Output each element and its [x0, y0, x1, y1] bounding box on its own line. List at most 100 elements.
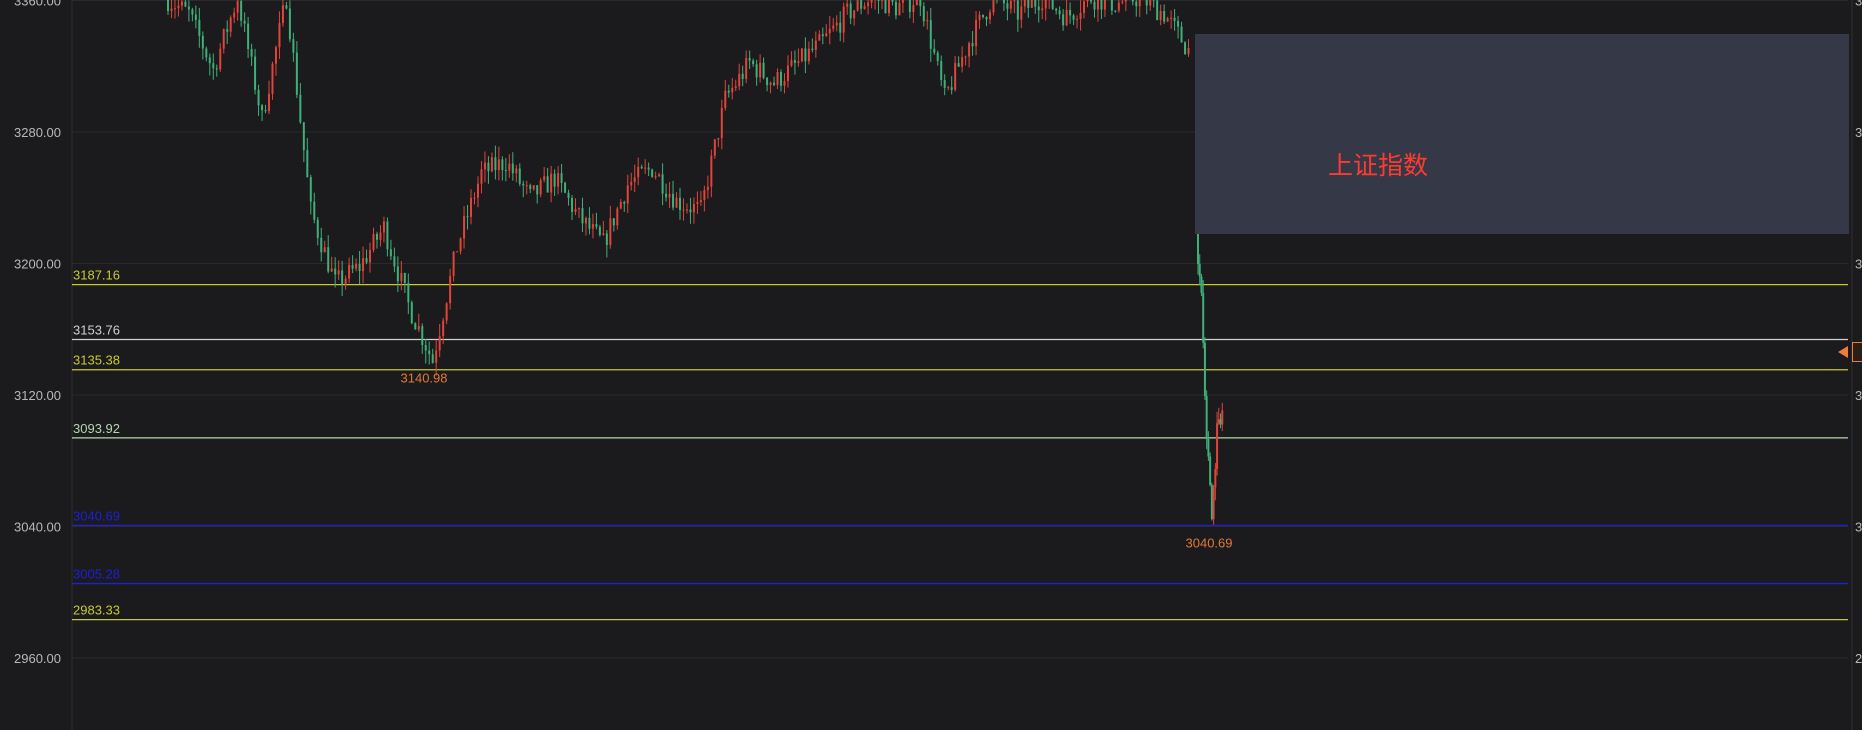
candle-body — [1221, 410, 1224, 425]
candle-body — [212, 63, 215, 69]
candle-body — [1170, 17, 1173, 19]
candle-body — [901, 0, 904, 3]
candle-body — [1103, 0, 1106, 10]
candle-body — [518, 168, 521, 184]
candle-body — [623, 201, 626, 204]
candle-body — [539, 180, 542, 195]
candle-body — [414, 323, 417, 330]
candle-body — [1121, 1, 1124, 3]
candle-body — [470, 197, 473, 217]
candle-body — [581, 208, 584, 224]
candle-body — [891, 0, 894, 2]
candle-body — [1214, 469, 1217, 488]
candle-body — [546, 176, 549, 193]
candle-body — [860, 0, 863, 9]
candle-body — [1205, 396, 1208, 440]
candle-body — [734, 86, 737, 88]
candle-body — [532, 185, 535, 190]
candle-body — [173, 8, 176, 10]
candle-body — [1002, 0, 1005, 4]
candle-body — [1083, 1, 1086, 13]
candle-body — [685, 209, 688, 211]
candle-body — [769, 82, 772, 85]
candle-body — [480, 169, 483, 184]
candle-body — [971, 43, 974, 47]
candle-body — [943, 80, 946, 88]
candle-body — [846, 3, 849, 7]
candle-body — [867, 2, 870, 7]
candle-body — [626, 185, 629, 204]
candle-body — [658, 174, 661, 177]
candle-body — [187, 6, 190, 10]
candle-body — [250, 48, 253, 57]
candle-body — [630, 182, 633, 186]
candle-body — [1044, 0, 1047, 9]
candle-body — [748, 58, 751, 61]
candle-body — [1041, 8, 1044, 11]
candle-body — [1138, 0, 1141, 7]
candle-body — [588, 217, 591, 229]
candle-body — [672, 193, 675, 208]
y-tick-label: 3360.00 — [14, 0, 61, 9]
candle-body — [170, 8, 173, 12]
candle-body — [1089, 0, 1092, 2]
candle-body — [786, 65, 789, 82]
y-tick-label-right: 3 — [1855, 0, 1862, 9]
candle-body — [884, 0, 887, 14]
candle-body — [863, 6, 866, 9]
candle-body — [936, 52, 939, 62]
candle-body — [699, 200, 702, 203]
candle-body — [1145, 0, 1148, 6]
candle-body — [1037, 6, 1040, 11]
y-tick-label: 3200.00 — [14, 257, 61, 272]
candle-body — [515, 168, 518, 174]
candle-body — [372, 233, 375, 250]
candle-body — [811, 48, 814, 50]
candle-body — [780, 72, 783, 86]
candle-body — [978, 14, 981, 20]
candle-body — [445, 303, 448, 321]
candle-body — [842, 6, 845, 33]
candle-body — [1210, 484, 1213, 520]
candle-body — [783, 81, 786, 86]
candle-body — [720, 107, 723, 139]
candle-body — [727, 90, 730, 93]
candle-body — [922, 6, 925, 22]
candle-body — [616, 208, 619, 226]
candle-body — [950, 87, 953, 90]
candle-body — [609, 218, 612, 246]
candle-body — [633, 177, 636, 183]
candle-body — [675, 197, 678, 208]
candle-body — [982, 14, 985, 18]
candle-body — [438, 336, 441, 351]
candle-body — [511, 163, 514, 174]
candle-body — [257, 89, 260, 106]
candle-body — [807, 48, 810, 62]
candle-body — [584, 217, 587, 224]
y-tick-label: 3280.00 — [14, 125, 61, 140]
candle-body — [396, 266, 399, 282]
candle-body — [1209, 456, 1212, 485]
candle-body — [355, 263, 358, 269]
level-label: 3005.28 — [73, 567, 120, 582]
candle-body — [334, 268, 337, 275]
candle-body — [571, 197, 574, 212]
candle-body — [1184, 42, 1187, 55]
candle-body — [1016, 0, 1019, 20]
candle-body — [1030, 0, 1033, 8]
candle-body — [839, 22, 842, 33]
candle-body — [1072, 15, 1075, 20]
candle-body — [274, 47, 277, 64]
candle-body — [1034, 0, 1037, 7]
candle-body — [473, 197, 476, 199]
candle-body — [598, 226, 601, 235]
candle-body — [459, 238, 462, 252]
candle-body — [602, 233, 605, 235]
y-tick-label-right: 3 — [1855, 388, 1862, 403]
candle-body — [564, 182, 567, 193]
candle-body — [1096, 0, 1099, 10]
candle-body — [731, 87, 734, 93]
candle-body — [814, 40, 817, 50]
candle-body — [908, 0, 911, 13]
candle-body — [281, 5, 284, 24]
